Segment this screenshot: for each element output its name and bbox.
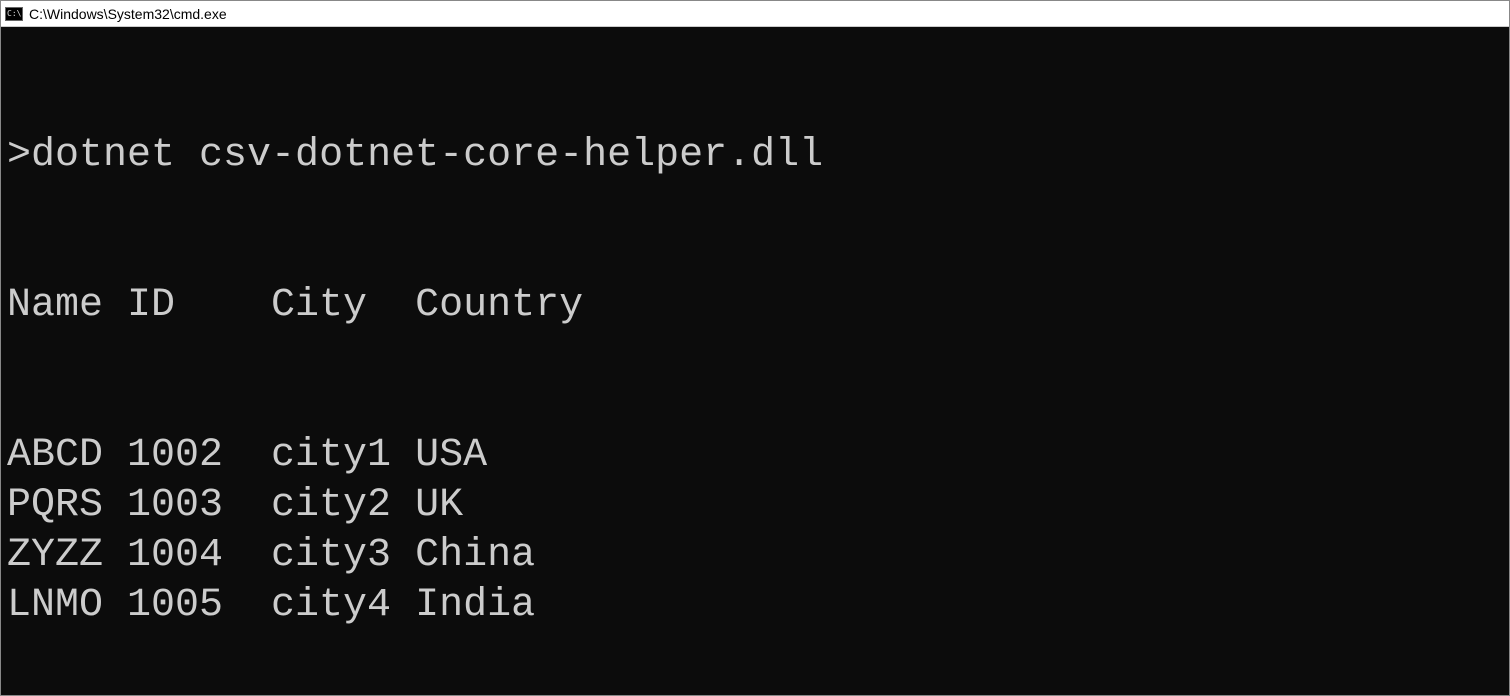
table-row: ABCD 1002 city1 USA xyxy=(7,431,1503,481)
table-row: PQRS 1003 city2 UK xyxy=(7,481,1503,531)
command-text: dotnet csv-dotnet-core-helper.dll xyxy=(31,133,823,178)
prompt: > xyxy=(7,133,31,178)
table-header-row: Name ID City Country xyxy=(7,281,1503,331)
window-title: C:\Windows\System32\cmd.exe xyxy=(29,6,227,22)
cmd-window: C:\Windows\System32\cmd.exe >dotnet csv-… xyxy=(0,0,1510,696)
cmd-icon xyxy=(5,7,23,21)
table-row: ZYZZ 1004 city3 China xyxy=(7,531,1503,581)
terminal-output[interactable]: >dotnet csv-dotnet-core-helper.dll Name … xyxy=(1,27,1509,695)
table-row: LNMO 1005 city4 India xyxy=(7,581,1503,631)
command-line: >dotnet csv-dotnet-core-helper.dll xyxy=(7,131,1503,181)
titlebar[interactable]: C:\Windows\System32\cmd.exe xyxy=(1,1,1509,27)
